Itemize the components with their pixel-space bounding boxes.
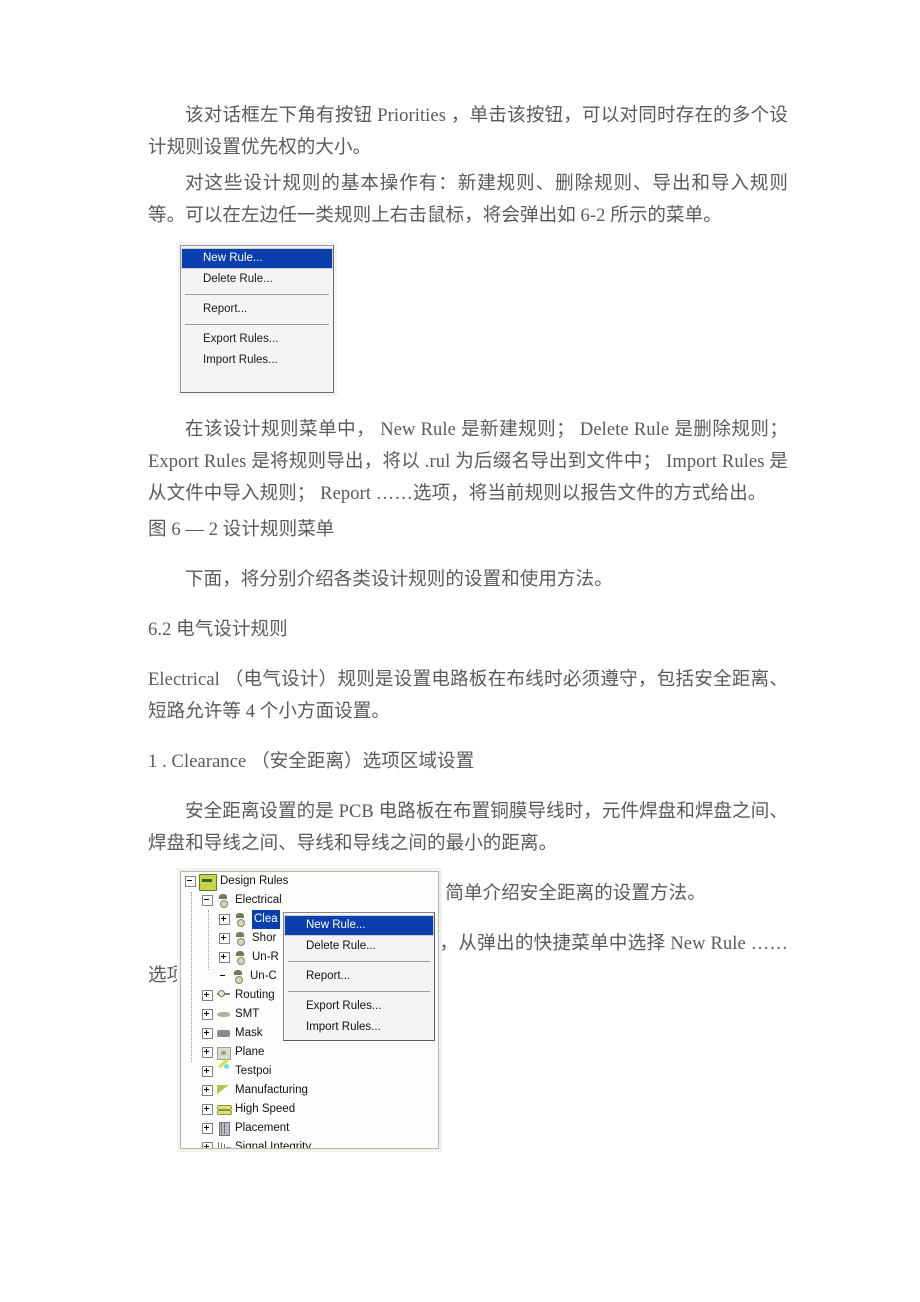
document-body: 该对话框左下角有按钮 Priorities ，单击该按钮，可以对同时存在的多个设… — [148, 100, 788, 996]
electrical-icon — [233, 912, 249, 927]
tree-node-label: Shor — [252, 932, 277, 944]
electrical-icon — [233, 931, 249, 946]
tree-node-design-rules[interactable]: Design Rules — [181, 872, 438, 891]
menu-item-import-rules[interactable]: Import Rules... — [181, 350, 333, 371]
paragraph-5: 下面，将分别介绍各类设计规则的设置和使用方法。 — [185, 570, 613, 590]
document-page: 该对话框左下角有按钮 Priorities ，单击该按钮，可以对同时存在的多个设… — [0, 0, 920, 1302]
tree-node-label: Signal Integrity — [235, 1141, 312, 1149]
expander-plus-icon[interactable] — [219, 933, 230, 944]
expander-plus-icon[interactable] — [202, 1142, 213, 1148]
tree-node-label: Clea — [252, 910, 280, 929]
tree-node-label: Manufacturing — [235, 1084, 308, 1096]
menu-item-report[interactable]: Report... — [181, 299, 333, 320]
expander-plus-icon[interactable] — [202, 1047, 213, 1058]
section-heading-6-2: 6.2 电气设计规则 — [148, 620, 288, 640]
menu-item-report[interactable]: Report... — [284, 966, 434, 987]
menu-item-export-rules[interactable]: Export Rules... — [181, 329, 333, 350]
paragraph-1: 该对话框左下角有按钮 Priorities ，单击该按钮，可以对同时存在的多个设… — [148, 106, 788, 158]
manufacturing-icon — [216, 1083, 232, 1098]
tree-node-label: Electrical — [235, 894, 282, 906]
testpoint-icon — [216, 1064, 232, 1079]
expander-plus-icon[interactable] — [202, 1028, 213, 1039]
expander-plus-icon[interactable] — [219, 952, 230, 963]
expander-none-icon — [219, 972, 228, 981]
tree-node-label: High Speed — [235, 1103, 296, 1115]
plane-icon — [216, 1045, 232, 1060]
menu-separator — [185, 324, 329, 325]
placement-icon — [216, 1121, 232, 1136]
electrical-icon — [231, 969, 247, 984]
design-rules-icon — [199, 873, 217, 891]
expander-plus-icon[interactable] — [202, 1085, 213, 1096]
expander-plus-icon[interactable] — [202, 990, 213, 1001]
tree-node-electrical[interactable]: Electrical — [181, 891, 438, 910]
expander-plus-icon[interactable] — [202, 1009, 213, 1020]
tree-node-plane[interactable]: Plane — [181, 1043, 438, 1062]
tree-node-label: Routing — [235, 989, 275, 1001]
tree-node-label: Testpoi — [235, 1065, 272, 1077]
paragraph-2: 对这些设计规则的基本操作有：新建规则、删除规则、导出和导入规则等。可以在左边任一… — [148, 174, 788, 226]
expander-minus-icon[interactable] — [185, 876, 196, 887]
expander-plus-icon[interactable] — [202, 1104, 213, 1115]
paragraph-9: 安全距离设置的是 PCB 电路板在布置铜膜导线时，元件焊盘和焊盘之间、焊盘和导线… — [148, 802, 788, 854]
electrical-icon — [216, 893, 232, 908]
high-speed-icon — [216, 1102, 232, 1117]
tree-node-label: Un-R — [252, 951, 279, 963]
expander-plus-icon[interactable] — [202, 1123, 213, 1134]
tree-node-label: Un-C — [250, 970, 277, 982]
context-menu: New Rule... Delete Rule... Report... Exp… — [180, 245, 334, 393]
tree-node-label: Mask — [235, 1027, 263, 1039]
menu-separator — [185, 294, 329, 295]
tree-context-menu: New Rule... Delete Rule... Report... Exp… — [283, 912, 435, 1041]
menu-separator — [288, 991, 430, 992]
menu-item-import-rules[interactable]: Import Rules... — [284, 1017, 434, 1038]
figure-6-2-caption: 图 6 — 2 设计规则菜单 — [148, 520, 335, 540]
tree-node-placement[interactable]: Placement — [181, 1119, 438, 1138]
design-rules-tree: Design Rules Electrical Clea Shor Un-R U… — [180, 871, 439, 1149]
electrical-icon — [233, 950, 249, 965]
mask-icon — [216, 1026, 232, 1041]
tree-node-signal-integrity[interactable]: Signal Integrity — [181, 1138, 438, 1149]
signal-integrity-icon — [216, 1140, 232, 1148]
routing-icon — [216, 988, 232, 1003]
tree-node-high-speed[interactable]: High Speed — [181, 1100, 438, 1119]
tree-node-manufacturing[interactable]: Manufacturing — [181, 1081, 438, 1100]
menu-item-export-rules[interactable]: Export Rules... — [284, 996, 434, 1017]
expander-plus-icon[interactable] — [202, 1066, 213, 1077]
paragraph-7: Electrical （电气设计）规则是设置电路板在布线时必须遵守，包括安全距离… — [148, 670, 788, 722]
menu-item-delete-rule[interactable]: Delete Rule... — [284, 936, 434, 957]
subsection-heading-clearance: 1 . Clearance （安全距离）选项区域设置 — [148, 752, 475, 772]
tree-node-label: Placement — [235, 1122, 290, 1134]
paragraph-3: 在该设计规则菜单中， New Rule 是新建规则； Delete Rule 是… — [148, 420, 788, 504]
menu-item-delete-rule[interactable]: Delete Rule... — [181, 269, 333, 290]
tree-node-testpoint[interactable]: Testpoi — [181, 1062, 438, 1081]
expander-plus-icon[interactable] — [219, 914, 230, 925]
menu-item-new-rule[interactable]: New Rule... — [284, 915, 434, 936]
figure-design-rules-menu: New Rule... Delete Rule... Report... Exp… — [177, 242, 337, 396]
tree-node-label: Plane — [235, 1046, 265, 1058]
menu-item-new-rule[interactable]: New Rule... — [181, 248, 333, 269]
menu-separator — [288, 961, 430, 962]
expander-minus-icon[interactable] — [202, 895, 213, 906]
tree-node-label: Design Rules — [220, 875, 289, 887]
figure-design-rules-tree: Design Rules Electrical Clea Shor Un-R U… — [177, 868, 442, 1152]
smt-icon — [216, 1007, 232, 1022]
tree-node-label: SMT — [235, 1008, 260, 1020]
